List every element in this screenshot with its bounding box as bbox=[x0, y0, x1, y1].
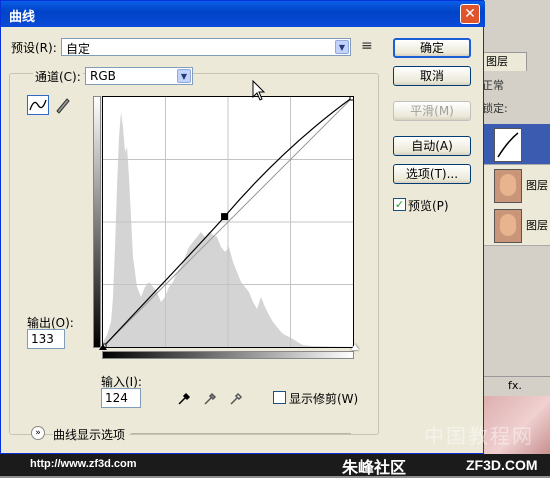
preset-label: 预设(R): bbox=[11, 41, 57, 55]
curves-dialog: 曲线 ✕ 预设(R): 自定 ▼ ≡ 通道(C): RGB ▼ 输出(O): 1… bbox=[0, 0, 485, 454]
layer-thumbnail bbox=[494, 209, 522, 243]
layer-name: 图层 bbox=[526, 219, 548, 232]
layer-name: 图层 bbox=[526, 179, 548, 192]
layers-tab[interactable]: 图层 bbox=[482, 52, 527, 71]
curves-adjustment-icon bbox=[494, 128, 522, 162]
divider bbox=[131, 433, 351, 434]
channel-value: RGB bbox=[90, 69, 116, 83]
output-field[interactable]: 133 bbox=[27, 329, 65, 349]
watermark-text: 中国教程网 bbox=[424, 424, 534, 448]
preview-checkbox[interactable]: ✓ bbox=[393, 198, 406, 211]
options-button[interactable]: 选项(T)... bbox=[393, 164, 471, 184]
curve-tool-button[interactable] bbox=[27, 95, 49, 115]
channel-label: 通道(C): bbox=[33, 68, 83, 85]
auto-button[interactable]: 自动(A) bbox=[393, 136, 471, 156]
black-point-slider[interactable] bbox=[99, 344, 107, 350]
smooth-button[interactable]: 平滑(M) bbox=[393, 101, 471, 121]
curve-options-label[interactable]: 曲线显示选项 bbox=[53, 426, 130, 443]
footer-site-name: 朱峰社区 bbox=[342, 460, 407, 477]
curve-control-point[interactable] bbox=[221, 213, 229, 221]
close-button[interactable]: ✕ bbox=[460, 4, 480, 24]
layer-row[interactable]: 图层 bbox=[484, 205, 550, 246]
output-gradient bbox=[93, 96, 101, 348]
curve-icon bbox=[29, 99, 47, 111]
lock-label: 锁定: bbox=[482, 102, 508, 115]
preset-select[interactable]: 自定 ▼ bbox=[61, 38, 351, 56]
footer-url: http://www.zf3d.com bbox=[30, 458, 137, 470]
show-clipping-label: 显示修剪(W) bbox=[289, 392, 359, 406]
input-field[interactable]: 124 bbox=[101, 388, 141, 408]
dialog-title: 曲线 bbox=[9, 10, 36, 25]
cancel-button[interactable]: 取消 bbox=[393, 66, 471, 86]
expand-options-icon[interactable]: » bbox=[31, 426, 45, 440]
layers-bottom-bar: fx. bbox=[482, 376, 550, 397]
title-bar[interactable]: 曲线 ✕ bbox=[1, 1, 485, 27]
layer-row[interactable]: 图层 bbox=[484, 165, 550, 206]
layer-thumbnail bbox=[494, 169, 522, 203]
show-clipping-checkbox[interactable] bbox=[273, 391, 286, 404]
chevron-down-icon: ▼ bbox=[335, 40, 349, 54]
input-gradient bbox=[102, 351, 354, 359]
curve-control-point[interactable] bbox=[349, 97, 353, 101]
curve-graph[interactable] bbox=[102, 96, 354, 348]
pencil-tool-button[interactable] bbox=[53, 95, 73, 115]
gray-eyedropper-icon[interactable] bbox=[203, 390, 219, 409]
fx-button[interactable]: fx. bbox=[508, 379, 522, 392]
chevron-down-icon: ▼ bbox=[177, 69, 191, 83]
footer-site-domain: ZF3D.COM bbox=[466, 457, 538, 473]
preset-menu-icon[interactable]: ≡ bbox=[361, 38, 373, 54]
channel-select[interactable]: RGB ▼ bbox=[85, 67, 193, 85]
white-point-slider[interactable] bbox=[351, 344, 359, 350]
blend-mode[interactable]: 正常 bbox=[482, 78, 550, 94]
preview-label: 预览(P) bbox=[408, 199, 449, 213]
pencil-icon bbox=[56, 98, 70, 114]
curve-plot bbox=[103, 97, 353, 347]
mouse-cursor-icon bbox=[252, 79, 266, 105]
white-eyedropper-icon[interactable] bbox=[229, 390, 245, 409]
preset-value: 自定 bbox=[66, 42, 91, 56]
layer-row-curves[interactable] bbox=[484, 124, 550, 165]
black-eyedropper-icon[interactable] bbox=[177, 390, 193, 409]
ok-button[interactable]: 确定 bbox=[393, 38, 471, 58]
